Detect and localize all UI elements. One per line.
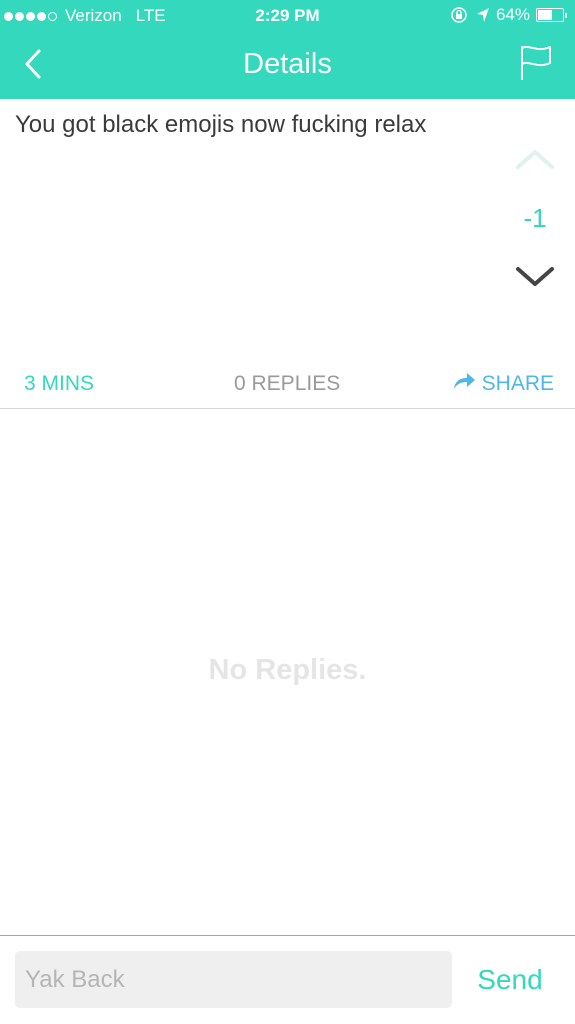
post-text: You got black emojis now fucking relax — [15, 111, 427, 138]
upvote-button[interactable] — [515, 147, 555, 171]
battery-percent: 64% — [495, 5, 530, 24]
status-right: 64% — [450, 5, 567, 25]
reply-input[interactable] — [15, 951, 452, 1008]
reply-bar: Send — [0, 935, 575, 1024]
location-arrow-icon — [476, 7, 490, 23]
flag-icon — [519, 46, 553, 86]
empty-state-text: No Replies. — [208, 654, 367, 686]
orientation-lock-icon — [450, 6, 468, 24]
post-card: You got black emojis now fucking relax -… — [0, 99, 575, 409]
battery-icon — [536, 8, 564, 22]
downvote-button[interactable] — [515, 265, 555, 289]
send-button[interactable]: Send — [468, 951, 552, 1008]
nav-bar: Details — [0, 32, 575, 99]
page-title: Details — [243, 48, 332, 80]
share-arrow-icon — [452, 372, 482, 396]
share-label: SHARE — [481, 372, 554, 395]
battery-fill — [538, 10, 553, 20]
vote-score: -1 — [523, 203, 547, 233]
flag-button[interactable] — [519, 44, 553, 82]
status-bar: Verizon LTE 2:29 PM 64% — [0, 0, 575, 32]
share-button[interactable]: SHARE — [452, 372, 554, 396]
chevron-down-icon — [515, 265, 555, 289]
post-time: 3 MINS — [24, 372, 95, 395]
reply-count: 0 REPLIES — [234, 372, 341, 395]
header: Verizon LTE 2:29 PM 64% Details — [0, 0, 575, 99]
battery-cap — [565, 12, 567, 18]
chevron-up-icon — [515, 147, 555, 171]
